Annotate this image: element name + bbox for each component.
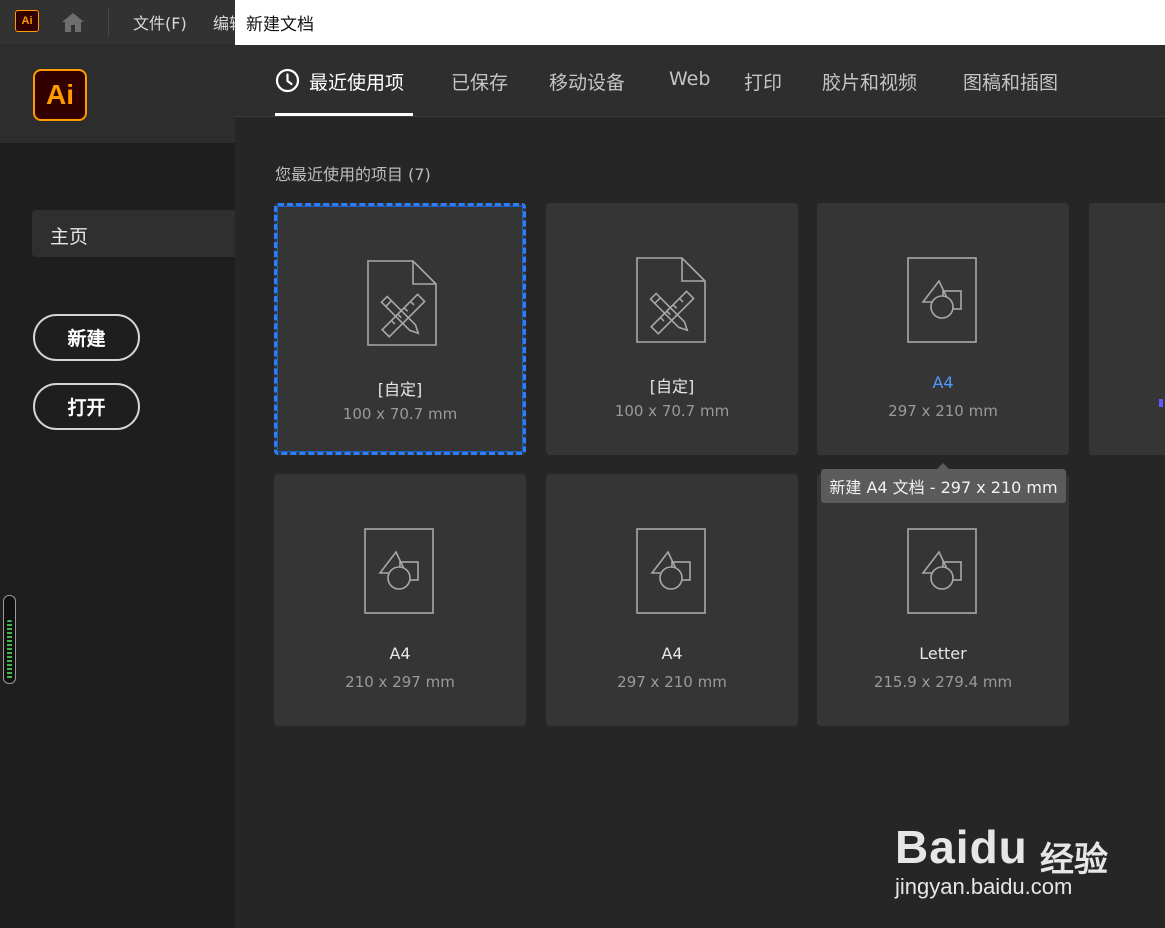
sidebar-item-label: 主页 — [50, 226, 89, 248]
level-meter-fill — [7, 620, 12, 679]
preset-size: 215.9 x 279.4 mm — [873, 673, 1013, 691]
tab-saved[interactable]: 已保存 — [451, 68, 508, 95]
shapes-document-icon — [907, 528, 977, 614]
shapes-document-icon — [364, 528, 434, 614]
preset-card[interactable]: Letter 215.9 x 279.4 mm — [817, 474, 1069, 726]
preset-card[interactable]: A4 297 x 210 mm — [546, 474, 798, 726]
dialog-title: 新建文档 — [246, 15, 314, 35]
preset-size: 297 x 210 mm — [888, 402, 998, 420]
preset-card[interactable]: A4 210 x 297 mm — [274, 474, 526, 726]
preset-name: A4 — [389, 644, 411, 663]
level-meter — [3, 595, 16, 684]
tab-art-illustration[interactable]: 图稿和插图 — [963, 68, 1058, 95]
preset-tooltip: 新建 A4 文档 - 297 x 210 mm — [821, 463, 1066, 503]
preset-card[interactable]: [自定] 100 x 70.7 mm — [274, 203, 526, 455]
tab-web[interactable]: Web — [669, 68, 710, 90]
preset-size: 210 x 297 mm — [345, 673, 455, 691]
tab-print[interactable]: 打印 — [744, 68, 782, 95]
sidebar-item-home[interactable]: 主页 — [32, 210, 242, 257]
preset-size: 100 x 70.7 mm — [614, 402, 730, 420]
active-tab-indicator — [275, 113, 413, 116]
custom-document-icon — [636, 257, 706, 343]
preset-size: 100 x 70.7 mm — [342, 405, 458, 423]
custom-document-icon — [367, 260, 437, 346]
clock-icon — [275, 68, 300, 93]
preset-tabs: 最近使用项 已保存 移动设备 Web 打印 胶片和视频 图稿和插图 — [235, 45, 1165, 117]
shapes-document-icon — [907, 257, 977, 343]
tab-recent[interactable]: 最近使用项 — [309, 68, 404, 95]
preset-card[interactable]: [自定] 100 x 70.7 mm — [546, 203, 798, 455]
home-icon[interactable] — [60, 10, 86, 34]
preset-name: [自定] — [649, 377, 695, 396]
preset-name: A4 — [661, 644, 683, 663]
watermark-brand: Baidu — [895, 821, 1028, 873]
watermark-url: jingyan.baidu.com — [895, 874, 1073, 899]
section-title: 您最近使用的项目 (7) — [275, 165, 431, 184]
tab-film-video[interactable]: 胶片和视频 — [822, 68, 917, 95]
illustrator-app: Ai 文件(F) 编辑 Ai 主页 新建 打开 新建文档 最近使用项 已保存 移… — [0, 0, 1165, 928]
open-button[interactable]: 打开 — [33, 383, 140, 430]
tab-mobile[interactable]: 移动设备 — [549, 68, 625, 95]
new-button[interactable]: 新建 — [33, 314, 140, 361]
preset-name: A4 — [932, 373, 954, 392]
preset-name: Letter — [919, 644, 967, 663]
tooltip-text: 新建 A4 文档 - 297 x 210 mm — [829, 478, 1058, 497]
preset-card[interactable]: A4 297 x 210 mm — [817, 203, 1069, 455]
preset-card-partial[interactable] — [1089, 203, 1165, 455]
menubar-divider — [108, 8, 109, 36]
sidebar: Ai 主页 新建 打开 — [0, 44, 242, 928]
new-document-dialog: 新建文档 最近使用项 已保存 移动设备 Web 打印 胶片和视频 图稿和插图 您… — [235, 0, 1165, 928]
preset-name: [自定] — [377, 380, 423, 399]
menu-file[interactable]: 文件(F) — [133, 10, 187, 34]
baidu-jingyan-watermark: Baidu 经验 jingyan.baidu.com — [895, 800, 1165, 910]
preset-size: 297 x 210 mm — [617, 673, 727, 691]
tooltip-arrow — [937, 463, 949, 469]
app-badge[interactable]: Ai — [15, 10, 39, 32]
illustrator-logo: Ai — [33, 69, 87, 121]
shapes-document-icon — [636, 528, 706, 614]
logo-band: Ai — [0, 44, 235, 143]
dialog-titlebar: 新建文档 — [235, 0, 1165, 45]
partial-card-text — [1159, 399, 1163, 407]
